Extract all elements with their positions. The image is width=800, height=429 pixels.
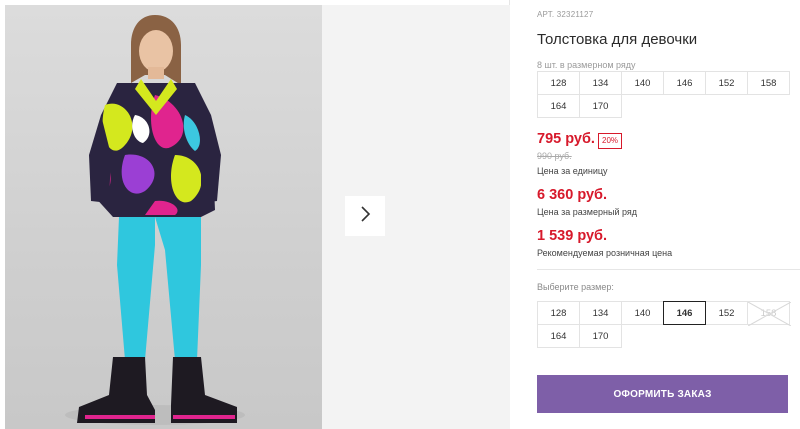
strike-icon xyxy=(748,302,791,326)
pack-size-cell: 140 xyxy=(621,71,664,95)
article-number: АРТ. 32321127 xyxy=(537,10,594,19)
divider xyxy=(537,269,800,270)
pack-caption: 8 шт. в размерном ряду xyxy=(537,60,636,70)
product-page: АРТ. 32321127 Толстовка для девочки 8 шт… xyxy=(0,0,800,429)
pack-size-cell: 152 xyxy=(705,71,748,95)
pack-size-cell: 170 xyxy=(579,94,622,118)
pack-size-grid: 128 134 140 146 152 158 164 170 xyxy=(537,71,793,118)
retail-price-caption: Рекомендуемая розничная цена xyxy=(537,248,673,258)
discount-badge: 20% xyxy=(598,133,623,149)
size-option-140[interactable]: 140 xyxy=(621,301,664,325)
size-option-128[interactable]: 128 xyxy=(537,301,580,325)
size-picker: 128 134 140 146 152 158 164 170 xyxy=(537,301,793,348)
chevron-right-icon xyxy=(359,205,371,227)
unit-price-caption: Цена за единицу xyxy=(537,166,608,176)
pack-size-cell: 164 xyxy=(537,94,580,118)
gallery-next-button[interactable] xyxy=(345,196,385,236)
pack-price-caption: Цена за размерный ряд xyxy=(537,207,638,217)
unit-price: 795 руб. xyxy=(537,131,595,147)
old-price: 990 руб. xyxy=(537,151,572,161)
product-info-panel: АРТ. 32321127 Толстовка для девочки 8 шт… xyxy=(537,0,800,429)
size-option-158-unavailable: 158 xyxy=(747,301,791,326)
retail-price: 1 539 руб. xyxy=(537,228,608,244)
size-picker-caption: Выберите размер: xyxy=(537,282,614,292)
product-title: Толстовка для девочки xyxy=(537,31,698,48)
pack-size-cell: 158 xyxy=(747,71,790,95)
pack-size-cell: 134 xyxy=(579,71,622,95)
pack-size-cell: 146 xyxy=(663,71,706,95)
size-option-170[interactable]: 170 xyxy=(579,324,622,348)
product-photo xyxy=(5,5,322,429)
place-order-button[interactable]: ОФОРМИТЬ ЗАКАЗ xyxy=(537,375,788,413)
size-option-146-selected[interactable]: 146 xyxy=(663,301,706,325)
pack-size-cell: 128 xyxy=(537,71,580,95)
size-option-152[interactable]: 152 xyxy=(705,301,748,325)
pack-price: 6 360 руб. xyxy=(537,187,608,203)
size-option-134[interactable]: 134 xyxy=(579,301,622,325)
size-option-164[interactable]: 164 xyxy=(537,324,580,348)
product-gallery xyxy=(0,0,510,429)
